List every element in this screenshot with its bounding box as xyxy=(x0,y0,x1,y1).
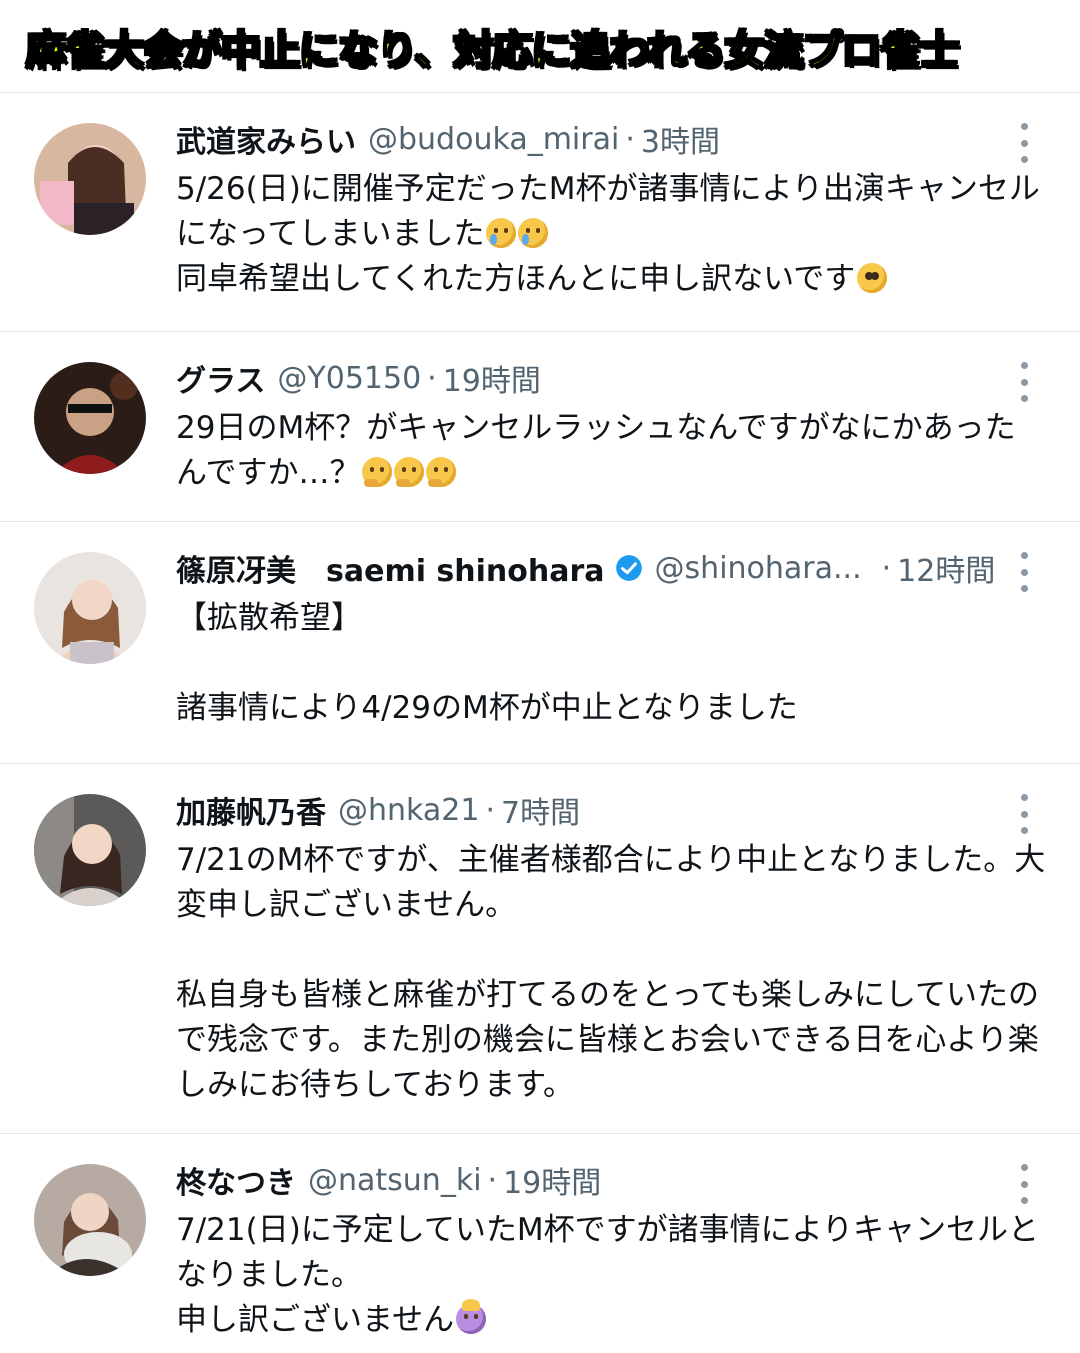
tweet-text: 【拡散希望】 諸事情により4/29のM杯が中止となりました xyxy=(176,596,1050,731)
tweet-line: しみにお待ちしております。 xyxy=(176,1067,575,1103)
timestamp[interactable]: 7時間 xyxy=(501,788,580,832)
tweet-line: 5/26(日)に開催予定だったM杯が諸事情により出演キャンセル xyxy=(176,171,1040,207)
thinking-face-emoji xyxy=(362,457,393,487)
thinking-face-emoji xyxy=(394,457,425,487)
title-banner: 麻雀大会が中止になり、対応に追われる女流プロ雀士 xyxy=(0,0,1080,93)
tweet-text: 5/26(日)に開催予定だったM杯が諸事情により出演キャンセル になってしまいま… xyxy=(176,167,1050,302)
timestamp[interactable]: 19時間 xyxy=(443,356,541,400)
tweet-line: 申し訳ございません xyxy=(176,1298,1050,1343)
author-name[interactable]: 武道家みらい xyxy=(176,117,356,161)
avatar[interactable] xyxy=(34,123,146,235)
tweet-line: になってしまいました xyxy=(176,212,1050,257)
more-options-icon[interactable] xyxy=(1012,794,1036,834)
avatar[interactable] xyxy=(34,1164,146,1276)
more-options-icon[interactable] xyxy=(1012,1164,1036,1204)
tweet-line-text: 申し訳ございません xyxy=(176,1302,455,1338)
separator-dot: · xyxy=(485,792,495,828)
tweet-line-text: になってしまいました xyxy=(176,216,485,252)
timestamp[interactable]: 19時間 xyxy=(503,1158,601,1202)
pleading-face-emoji xyxy=(857,263,888,293)
tweet-line: 7/21のM杯ですが、主催者様都合により中止となりました。大 xyxy=(176,842,1046,878)
verified-badge-icon xyxy=(615,555,642,581)
tweet-line: 私自身も皆様と麻雀が打てるのをとっても楽しみにしていたの xyxy=(176,977,1040,1013)
tweet[interactable]: 武道家みらい @budouka_mirai · 3時間 5/26(日)に開催予定… xyxy=(0,93,1080,332)
tweet-line: 29日のM杯？がキャンセルラッシュなんですがなにかあった xyxy=(176,410,1016,446)
separator-dot: · xyxy=(625,121,635,157)
tweet[interactable]: 柊なつき @natsun_ki · 19時間 7/21(日)に予定していたM杯で… xyxy=(0,1134,1080,1353)
author-handle[interactable]: @shinohara... xyxy=(655,551,862,586)
crying-face-emoji xyxy=(518,218,549,248)
author-name[interactable]: 篠原冴美 saemi shinohara xyxy=(176,546,605,590)
more-options-icon[interactable] xyxy=(1012,552,1036,592)
avatar[interactable] xyxy=(34,362,146,474)
tweet-line xyxy=(176,928,1050,973)
author-name[interactable]: 加藤帆乃香 xyxy=(176,788,326,832)
author-handle[interactable]: @Y05150 xyxy=(277,361,421,396)
tweet-line: で残念です。また別の機会に皆様とお会いできる日を心より楽 xyxy=(176,1022,1039,1058)
tweet[interactable]: 篠原冴美 saemi shinohara @shinohara... · 12時… xyxy=(0,522,1080,764)
tweet-line: なりました。 xyxy=(176,1257,362,1293)
tweet[interactable]: グラス @Y05150 · 19時間 29日のM杯？がキャンセルラッシュなんです… xyxy=(0,332,1080,522)
separator-dot: · xyxy=(427,360,437,396)
tweet-text: 7/21(日)に予定していたM杯ですが諸事情によりキャンセルと なりました。 申… xyxy=(176,1208,1050,1343)
avatar[interactable] xyxy=(34,794,146,906)
thinking-face-emoji xyxy=(426,457,457,487)
tweet-line: んですか…？ xyxy=(176,451,1050,496)
tweet-line: 7/21(日)に予定していたM杯ですが諸事情によりキャンセルと xyxy=(176,1212,1039,1248)
separator-dot: · xyxy=(881,550,892,586)
person-bowing-emoji xyxy=(456,1299,487,1334)
tweet-line: 諸事情により4/29のM杯が中止となりました xyxy=(176,690,798,726)
tweet-line: 【拡散希望】 xyxy=(176,600,362,636)
crying-face-emoji xyxy=(486,218,517,248)
timestamp[interactable]: 3時間 xyxy=(641,117,720,161)
tweet-text: 7/21のM杯ですが、主催者様都合により中止となりました。大 変申し訳ございませ… xyxy=(176,838,1050,1108)
author-handle[interactable]: @natsun_ki xyxy=(308,1163,482,1198)
more-options-icon[interactable] xyxy=(1012,123,1036,163)
author-handle[interactable]: @hnka21 xyxy=(338,793,479,828)
author-name[interactable]: グラス xyxy=(176,356,265,400)
tweet-text: 29日のM杯？がキャンセルラッシュなんですがなにかあった んですか…？ xyxy=(176,406,1050,496)
tweet-line xyxy=(176,641,1050,686)
author-name[interactable]: 柊なつき xyxy=(176,1158,296,1202)
timestamp[interactable]: 12時間 xyxy=(897,546,995,590)
tweet-line-text: 同卓希望出してくれた方ほんとに申し訳ないです xyxy=(176,261,856,297)
author-handle[interactable]: @budouka_mirai xyxy=(368,122,619,157)
more-options-icon[interactable] xyxy=(1012,362,1036,402)
avatar[interactable] xyxy=(34,552,146,664)
tweet-line: 同卓希望出してくれた方ほんとに申し訳ないです xyxy=(176,257,1050,302)
banner-title: 麻雀大会が中止になり、対応に追われる女流プロ雀士 xyxy=(25,27,960,75)
tweet-line: 変申し訳ございません。 xyxy=(176,887,517,923)
separator-dot: · xyxy=(487,1162,498,1198)
tweet[interactable]: 加藤帆乃香 @hnka21 · 7時間 7/21のM杯ですが、主催者様都合により… xyxy=(0,764,1080,1134)
tweet-line-text: んですか…？ xyxy=(176,455,361,491)
